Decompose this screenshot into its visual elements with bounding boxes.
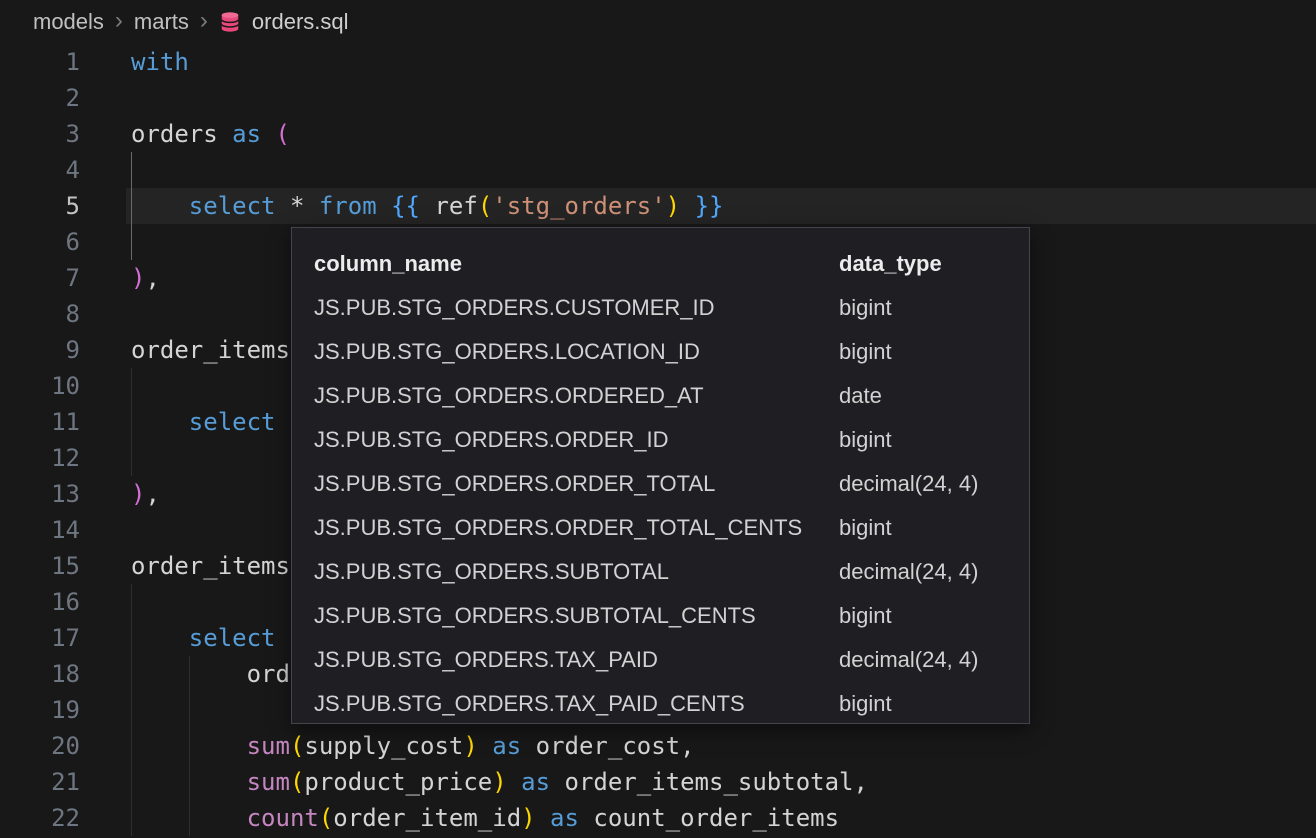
- indent-guide: [189, 656, 190, 836]
- line-number[interactable]: 21: [0, 764, 80, 800]
- breadcrumb-item-models[interactable]: models: [33, 9, 104, 35]
- code-text: [80, 440, 131, 476]
- column-name-cell: JS.PUB.STG_ORDERS.SUBTOTAL: [314, 550, 839, 594]
- code-line[interactable]: 4: [0, 152, 1316, 188]
- database-icon: [219, 11, 241, 33]
- line-number[interactable]: 19: [0, 692, 80, 728]
- hover-table-row: JS.PUB.STG_ORDERS.LOCATION_IDbigint: [314, 330, 1029, 374]
- line-number[interactable]: 15: [0, 548, 80, 584]
- line-number[interactable]: 7: [0, 260, 80, 296]
- code-line[interactable]: 2: [0, 80, 1316, 116]
- code-line[interactable]: 1with: [0, 44, 1316, 80]
- data-type-cell: bigint: [839, 330, 1029, 374]
- column-name-cell: JS.PUB.STG_ORDERS.ORDER_TOTAL: [314, 462, 839, 506]
- line-number[interactable]: 2: [0, 80, 80, 116]
- code-text: sum(product_price) as order_items_subtot…: [80, 764, 868, 800]
- hover-table-row: JS.PUB.STG_ORDERS.SUBTOTALdecimal(24, 4): [314, 550, 1029, 594]
- code-text: [80, 152, 131, 188]
- hover-popup: column_name data_type JS.PUB.STG_ORDERS.…: [291, 227, 1030, 724]
- breadcrumb-item-marts[interactable]: marts: [134, 9, 189, 35]
- column-name-cell: JS.PUB.STG_ORDERS.ORDER_TOTAL_CENTS: [314, 506, 839, 550]
- line-number[interactable]: 20: [0, 728, 80, 764]
- hover-table-header: column_name data_type: [314, 242, 1029, 286]
- hover-table-row: JS.PUB.STG_ORDERS.ORDER_IDbigint: [314, 418, 1029, 462]
- column-name-cell: JS.PUB.STG_ORDERS.CUSTOMER_ID: [314, 286, 839, 330]
- line-number[interactable]: 9: [0, 332, 80, 368]
- line-number[interactable]: 5: [0, 188, 80, 224]
- column-name-cell: JS.PUB.STG_ORDERS.TAX_PAID: [314, 638, 839, 682]
- data-type-cell: bigint: [839, 418, 1029, 462]
- code-editor[interactable]: 1with23orders as (45 select * from {{ re…: [0, 44, 1316, 838]
- breadcrumb: models › marts › orders.sql: [0, 0, 1316, 44]
- code-text: ord: [80, 656, 290, 692]
- data-type-cell: bigint: [839, 506, 1029, 550]
- code-text: sum(supply_cost) as order_cost,: [80, 728, 695, 764]
- code-text: count(order_item_id) as count_order_item…: [80, 800, 839, 836]
- line-number[interactable]: 6: [0, 224, 80, 260]
- code-text: select: [80, 404, 276, 440]
- indent-guide: [131, 584, 132, 836]
- line-number[interactable]: 3: [0, 116, 80, 152]
- data-type-cell: bigint: [839, 286, 1029, 330]
- chevron-right-icon: ›: [200, 9, 208, 33]
- data-type-cell: bigint: [839, 594, 1029, 638]
- line-number[interactable]: 17: [0, 620, 80, 656]
- data-type-cell: decimal(24, 4): [839, 550, 1029, 594]
- code-text: [80, 584, 131, 620]
- code-text: with: [80, 44, 189, 80]
- hover-table-row: JS.PUB.STG_ORDERS.ORDER_TOTALdecimal(24,…: [314, 462, 1029, 506]
- hover-table-row: JS.PUB.STG_ORDERS.ORDER_TOTAL_CENTSbigin…: [314, 506, 1029, 550]
- code-text: orders as (: [80, 116, 290, 152]
- line-number[interactable]: 14: [0, 512, 80, 548]
- code-text: ),: [80, 260, 160, 296]
- code-text: order_items: [80, 548, 290, 584]
- line-number[interactable]: 10: [0, 368, 80, 404]
- line-number[interactable]: 18: [0, 656, 80, 692]
- indent-guide: [131, 368, 132, 476]
- indent-guide-active: [131, 152, 132, 260]
- code-text: [80, 296, 131, 332]
- line-number[interactable]: 16: [0, 584, 80, 620]
- code-text: [80, 80, 131, 116]
- line-number[interactable]: 1: [0, 44, 80, 80]
- breadcrumb-file-orders-sql[interactable]: orders.sql: [252, 9, 349, 35]
- code-text: [80, 224, 131, 260]
- line-number[interactable]: 8: [0, 296, 80, 332]
- line-number[interactable]: 11: [0, 404, 80, 440]
- hover-table-row: JS.PUB.STG_ORDERS.TAX_PAID_CENTSbigint: [314, 682, 1029, 724]
- code-text: [80, 692, 131, 728]
- column-name-cell: JS.PUB.STG_ORDERS.ORDER_ID: [314, 418, 839, 462]
- line-number[interactable]: 13: [0, 476, 80, 512]
- code-line[interactable]: 5 select * from {{ ref('stg_orders') }}: [0, 188, 1316, 224]
- code-line[interactable]: 22 count(order_item_id) as count_order_i…: [0, 800, 1316, 836]
- code-text: select * from {{ ref('stg_orders') }}: [80, 188, 723, 224]
- code-line[interactable]: 3orders as (: [0, 116, 1316, 152]
- chevron-right-icon: ›: [115, 9, 123, 33]
- hover-table-row: JS.PUB.STG_ORDERS.TAX_PAIDdecimal(24, 4): [314, 638, 1029, 682]
- column-name-cell: JS.PUB.STG_ORDERS.LOCATION_ID: [314, 330, 839, 374]
- column-name-header: column_name: [314, 242, 839, 286]
- column-name-cell: JS.PUB.STG_ORDERS.ORDERED_AT: [314, 374, 839, 418]
- code-text: select: [80, 620, 276, 656]
- data-type-cell: decimal(24, 4): [839, 462, 1029, 506]
- data-type-cell: bigint: [839, 682, 1029, 724]
- line-number[interactable]: 4: [0, 152, 80, 188]
- hover-table-row: JS.PUB.STG_ORDERS.SUBTOTAL_CENTSbigint: [314, 594, 1029, 638]
- hover-table-row: JS.PUB.STG_ORDERS.ORDERED_ATdate: [314, 374, 1029, 418]
- hover-table-body: JS.PUB.STG_ORDERS.CUSTOMER_IDbigintJS.PU…: [314, 286, 1029, 724]
- line-number[interactable]: 22: [0, 800, 80, 836]
- column-name-cell: JS.PUB.STG_ORDERS.SUBTOTAL_CENTS: [314, 594, 839, 638]
- column-name-cell: JS.PUB.STG_ORDERS.TAX_PAID_CENTS: [314, 682, 839, 724]
- code-text: [80, 368, 131, 404]
- code-line[interactable]: 21 sum(product_price) as order_items_sub…: [0, 764, 1316, 800]
- data-type-cell: decimal(24, 4): [839, 638, 1029, 682]
- code-text: order_items: [80, 332, 290, 368]
- line-number[interactable]: 12: [0, 440, 80, 476]
- hover-table-row: JS.PUB.STG_ORDERS.CUSTOMER_IDbigint: [314, 286, 1029, 330]
- code-text: ),: [80, 476, 160, 512]
- data-type-header: data_type: [839, 242, 1029, 286]
- data-type-cell: date: [839, 374, 1029, 418]
- code-text: [80, 512, 131, 548]
- code-line[interactable]: 20 sum(supply_cost) as order_cost,: [0, 728, 1316, 764]
